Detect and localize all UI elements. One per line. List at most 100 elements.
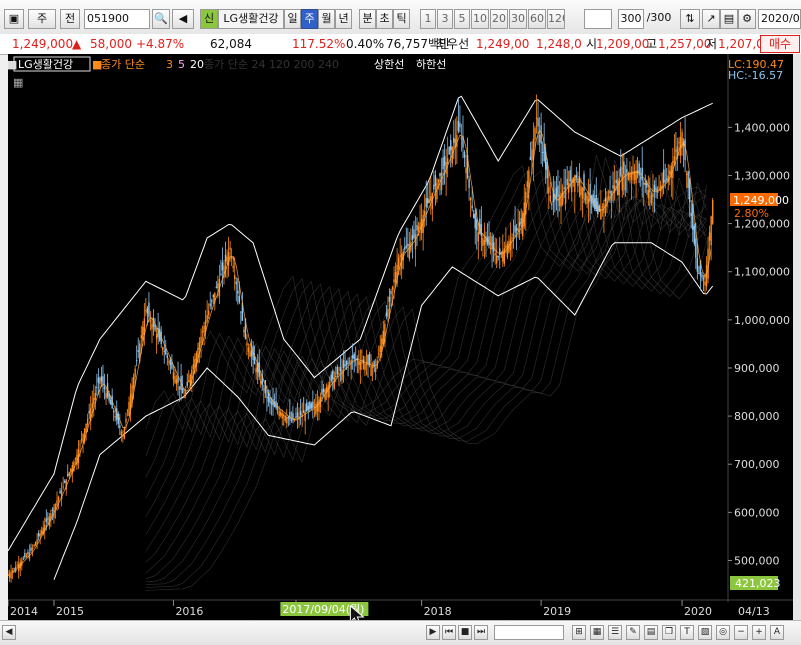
zoom-slider[interactable] — [494, 625, 564, 640]
chart-type-icon[interactable]: ↗ — [702, 9, 720, 29]
candle-body — [655, 187, 657, 191]
crosshair-icon[interactable]: ⊞ — [572, 625, 586, 640]
candle-body — [82, 434, 84, 442]
candle-body — [575, 174, 578, 179]
cheouseon-label: 최우선 — [436, 37, 470, 51]
period-mode-label: 주 — [36, 12, 48, 25]
text-icon[interactable]: T — [680, 625, 694, 640]
candle-body — [148, 302, 150, 317]
candle-body — [583, 173, 585, 191]
candle-body — [215, 286, 218, 289]
print-icon[interactable]: ▧ — [698, 625, 712, 640]
candle-body — [212, 295, 214, 298]
zoom-out-icon[interactable]: − — [734, 625, 748, 640]
candle-body — [391, 286, 394, 290]
table-icon[interactable]: ▤ — [644, 625, 658, 640]
grid-icon[interactable]: ▦ — [590, 625, 604, 640]
candle-body — [535, 117, 538, 119]
search-icon[interactable]: 🔍 — [152, 9, 170, 29]
stop-icon[interactable]: ■ — [458, 625, 472, 640]
candle-body — [174, 375, 176, 383]
compare-icon[interactable]: ⇅ — [680, 9, 700, 29]
scroll-left-icon[interactable]: ◀ — [2, 625, 16, 640]
interval-button-7[interactable]: 120 — [547, 9, 565, 29]
volume-ratio: 117.52% — [292, 37, 346, 51]
next-page-icon[interactable]: ⏭ — [474, 625, 488, 640]
period-button-3[interactable]: 년 — [335, 9, 352, 29]
date-input[interactable]: 2020/0 — [758, 9, 801, 29]
code-input[interactable]: 051900 — [84, 9, 150, 29]
candle-body — [689, 178, 691, 202]
candle-body — [687, 171, 689, 188]
stock-name: LG생활건강 — [218, 9, 284, 29]
candle-body — [330, 374, 332, 381]
candle-body — [495, 255, 498, 264]
candle-body — [353, 354, 355, 359]
candle-body — [511, 237, 513, 239]
buy-button[interactable]: 매수 — [760, 35, 800, 53]
candle-body — [673, 156, 676, 163]
candle-body — [581, 188, 584, 199]
candle-body — [518, 222, 521, 226]
candle-body — [664, 180, 666, 182]
zoom-in-icon[interactable]: + — [752, 625, 766, 640]
candle-body — [183, 396, 185, 398]
gear-icon[interactable]: ⚙ — [738, 9, 756, 29]
interval-button-5[interactable]: 30 — [509, 9, 527, 29]
candle-body — [586, 195, 588, 205]
candle-body — [289, 411, 291, 420]
save-icon[interactable]: ▤ — [720, 9, 738, 29]
candle-body — [448, 146, 450, 155]
candle-body — [45, 518, 47, 522]
low-label: 저 — [706, 37, 718, 51]
candle-body — [33, 545, 35, 547]
scroll-right-icon[interactable]: ▶ — [426, 625, 440, 640]
sound-icon[interactable]: ◀ — [172, 9, 194, 29]
candle-body — [696, 258, 699, 272]
period-button-5[interactable]: 초 — [376, 9, 393, 29]
candle-body — [123, 427, 126, 439]
count-input[interactable]: 300 — [618, 9, 644, 29]
candle-body — [16, 565, 18, 567]
candle-body — [10, 571, 12, 579]
candle-body — [134, 368, 136, 378]
interval-button-4[interactable]: 20 — [490, 9, 508, 29]
interval-custom-input[interactable] — [584, 9, 612, 29]
candle-body — [428, 199, 430, 204]
period-button-2[interactable]: 월 — [318, 9, 335, 29]
period-mode-dropdown[interactable]: 주 — [28, 9, 56, 29]
candle-body — [67, 473, 69, 476]
candle-body — [388, 296, 391, 302]
candle-body — [408, 243, 411, 259]
interval-button-0[interactable]: 1 — [420, 9, 436, 29]
interval-button-1[interactable]: 3 — [437, 9, 453, 29]
zoom-icon[interactable]: ◎ — [716, 625, 730, 640]
current-price-label: 1,249,000 — [733, 194, 789, 207]
interval-button-2[interactable]: 5 — [454, 9, 470, 29]
price-chart[interactable]: 500,000 600,000 700,000 800,000 900,000 1,000… — [8, 54, 793, 622]
chart-scroll-bar[interactable]: ◀ ▶ ⏮ ■ ⏭ ⊞ ▦ ☰ ✎ ▤ ❐ T ▧ ◎ − + A — [0, 620, 801, 645]
period-button-1[interactable]: 주 — [301, 9, 318, 29]
candle-body — [482, 238, 484, 247]
legend-ma-period: 5 — [178, 58, 185, 71]
draw-icon[interactable]: ✎ — [626, 625, 640, 640]
interval-button-3[interactable]: 10 — [471, 9, 489, 29]
chart-settings-icon[interactable]: ▣ — [4, 9, 24, 29]
candle-body — [361, 362, 363, 364]
period-button-6[interactable]: 틱 — [393, 9, 410, 29]
candle-body — [463, 151, 466, 158]
candle-body — [132, 376, 135, 389]
chart-area[interactable]: 500,000 600,000 700,000 800,000 900,000 1,000… — [8, 54, 793, 622]
period-button-4[interactable]: 분 — [359, 9, 376, 29]
x-last-label: 04/13 — [738, 605, 770, 618]
interval-button-6[interactable]: 60 — [528, 9, 546, 29]
first-page-icon[interactable]: ⏮ — [442, 625, 456, 640]
font-icon[interactable]: A — [770, 625, 784, 640]
list-icon[interactable]: ☰ — [608, 625, 622, 640]
candle-body — [312, 401, 314, 408]
prev-button[interactable]: 전 — [60, 9, 80, 29]
candle-body — [146, 308, 149, 314]
copy-icon[interactable]: ❐ — [662, 625, 676, 640]
period-button-0[interactable]: 일 — [284, 9, 301, 29]
candle-body — [617, 180, 619, 196]
